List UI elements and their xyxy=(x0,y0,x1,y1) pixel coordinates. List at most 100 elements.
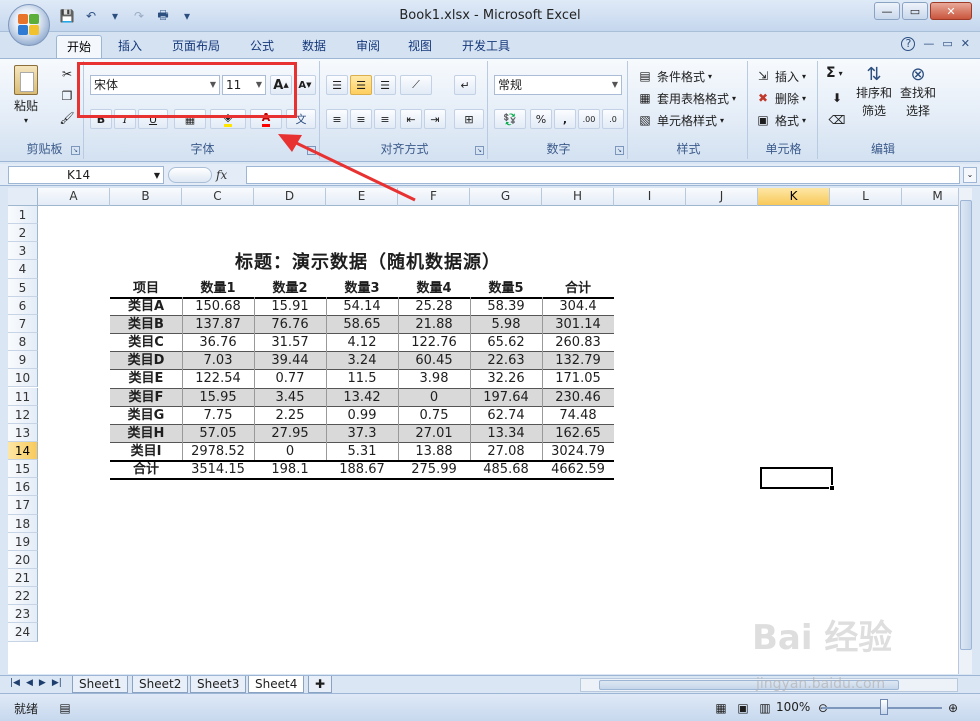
minimize-button[interactable]: — xyxy=(874,2,900,20)
comma-button[interactable]: , xyxy=(554,109,576,129)
clipboard-launcher-icon[interactable]: ↘ xyxy=(71,146,80,155)
sort-filter-button[interactable]: ⇅ 排序和 筛选 xyxy=(856,64,892,119)
align-middle-button[interactable]: ☰ xyxy=(350,75,372,95)
last-sheet-icon[interactable]: ▶| xyxy=(52,678,62,688)
worksheet[interactable]: ABCDEFGHIJKLM 1 2 3 4 5 6 7 8 9 10 11 12 13 14 15 16 17 1… xyxy=(8,188,958,674)
row-header-16[interactable]: 16 xyxy=(8,478,38,497)
page-layout-view-icon[interactable]: ▣ xyxy=(734,699,752,717)
row-header-22[interactable]: 22 xyxy=(8,587,38,606)
number-launcher-icon[interactable]: ↘ xyxy=(615,146,624,155)
row-header-13[interactable]: 13 xyxy=(8,423,38,442)
conditional-formatting-button[interactable]: ▤ 条件格式 ▾ xyxy=(636,67,712,85)
normal-view-icon[interactable]: ▦ xyxy=(712,699,730,717)
zoom-slider-thumb[interactable] xyxy=(880,699,888,715)
row-header-21[interactable]: 21 xyxy=(8,569,38,588)
tab-developer[interactable]: 开发工具 xyxy=(452,35,520,58)
zoom-level[interactable]: 100% xyxy=(776,700,810,714)
format-cells-button[interactable]: ▣ 格式 ▾ xyxy=(754,111,806,129)
orientation-button[interactable]: ⟋ xyxy=(400,75,432,95)
row-header-4[interactable]: 4 xyxy=(8,260,38,279)
tab-home[interactable]: 开始 xyxy=(56,35,103,58)
office-button[interactable] xyxy=(8,4,50,46)
row-header-24[interactable]: 24 xyxy=(8,623,38,642)
decrease-decimal-button[interactable]: .0 xyxy=(602,109,624,129)
sheet-tab-sheet4[interactable]: Sheet4 xyxy=(248,676,305,693)
merge-center-button[interactable]: ⊞ xyxy=(454,109,484,129)
align-top-button[interactable]: ☰ xyxy=(326,75,348,95)
align-right-button[interactable]: ≡ xyxy=(374,109,396,129)
column-header-k[interactable]: K xyxy=(758,188,830,206)
tab-page-layout[interactable]: 页面布局 xyxy=(162,35,230,58)
sheet-tab-sheet1[interactable]: Sheet1 xyxy=(72,676,129,693)
paste-button[interactable]: 粘贴 ▾ xyxy=(14,65,38,125)
row-header-3[interactable]: 3 xyxy=(8,242,38,261)
align-bottom-button[interactable]: ☰ xyxy=(374,75,396,95)
fill-handle[interactable] xyxy=(829,485,835,491)
insert-sheet-icon[interactable]: ✚ xyxy=(308,676,333,693)
row-header-9[interactable]: 9 xyxy=(8,351,38,370)
column-header-f[interactable]: F xyxy=(398,188,470,206)
vertical-scroll-thumb[interactable] xyxy=(960,200,972,650)
tab-insert[interactable]: 插入 xyxy=(108,35,152,58)
row-header-23[interactable]: 23 xyxy=(8,605,38,624)
close-button[interactable]: ✕ xyxy=(930,2,972,20)
cut-icon[interactable]: ✂ xyxy=(58,65,76,83)
percent-button[interactable]: % xyxy=(530,109,552,129)
column-header-h[interactable]: H xyxy=(542,188,614,206)
alignment-launcher-icon[interactable]: ↘ xyxy=(475,146,484,155)
tab-review[interactable]: 审阅 xyxy=(346,35,390,58)
help-icon[interactable]: ? xyxy=(901,37,916,51)
active-cell-selection[interactable] xyxy=(760,467,835,491)
fill-icon[interactable]: ⬇ xyxy=(828,89,846,107)
name-box[interactable]: K14 ▼ xyxy=(8,166,164,184)
doc-restore-button[interactable]: ▭ xyxy=(942,37,952,51)
row-header-15[interactable]: 15 xyxy=(8,460,38,479)
column-header-g[interactable]: G xyxy=(470,188,542,206)
row-header-11[interactable]: 11 xyxy=(8,387,38,406)
align-center-button[interactable]: ≡ xyxy=(350,109,372,129)
tab-data[interactable]: 数据 xyxy=(292,35,336,58)
align-left-button[interactable]: ≡ xyxy=(326,109,348,129)
next-sheet-icon[interactable]: ▶ xyxy=(39,678,46,688)
row-header-8[interactable]: 8 xyxy=(8,333,38,352)
row-header-7[interactable]: 7 xyxy=(8,314,38,334)
increase-indent-button[interactable]: ⇥ xyxy=(424,109,446,129)
sheet-tab-sheet3[interactable]: Sheet3 xyxy=(190,676,247,693)
cell-styles-button[interactable]: ▧ 单元格样式 ▾ xyxy=(636,111,724,129)
column-header-i[interactable]: I xyxy=(614,188,686,206)
column-header-a[interactable]: A xyxy=(38,188,110,206)
column-header-l[interactable]: L xyxy=(830,188,902,206)
doc-close-button[interactable]: ✕ xyxy=(961,37,970,51)
row-header-17[interactable]: 17 xyxy=(8,496,38,515)
number-format-combo[interactable]: 常规 ▼ xyxy=(494,75,622,95)
autosum-button[interactable]: Σ ▾ xyxy=(826,65,843,81)
row-header-6[interactable]: 6 xyxy=(8,296,38,315)
row-header-19[interactable]: 19 xyxy=(8,532,38,551)
row-header-1[interactable]: 1 xyxy=(8,206,38,225)
font-launcher-icon[interactable]: ↘ xyxy=(307,146,316,155)
insert-cells-button[interactable]: ⇲ 插入 ▾ xyxy=(754,67,806,85)
column-header-e[interactable]: E xyxy=(326,188,398,206)
column-header-b[interactable]: B xyxy=(110,188,182,206)
expand-formula-icon[interactable]: ⌄ xyxy=(963,167,977,183)
copy-icon[interactable]: ❐ xyxy=(58,87,76,105)
delete-cells-button[interactable]: ✖ 删除 ▾ xyxy=(754,89,806,107)
formula-pill[interactable] xyxy=(168,167,212,183)
row-header-20[interactable]: 20 xyxy=(8,550,38,569)
column-header-m[interactable]: M xyxy=(902,188,958,206)
shrink-font-button[interactable]: A ▼ xyxy=(294,75,316,95)
format-as-table-button[interactable]: ▦ 套用表格格式 ▾ xyxy=(636,89,736,107)
doc-minimize-button[interactable]: — xyxy=(923,37,934,51)
clear-icon[interactable]: ⌫ xyxy=(828,111,846,129)
maximize-button[interactable]: ▭ xyxy=(902,2,928,20)
row-header-12[interactable]: 12 xyxy=(8,405,38,424)
first-sheet-icon[interactable]: |◀ xyxy=(10,678,20,688)
wrap-text-button[interactable]: ↵ xyxy=(454,75,476,95)
tab-formulas[interactable]: 公式 xyxy=(240,35,284,58)
formula-input[interactable] xyxy=(246,166,960,184)
column-header-d[interactable]: D xyxy=(254,188,326,206)
tab-view[interactable]: 视图 xyxy=(398,35,442,58)
row-header-14[interactable]: 14 xyxy=(8,441,38,461)
currency-button[interactable]: 💱 xyxy=(494,109,526,129)
column-header-j[interactable]: J xyxy=(686,188,758,206)
